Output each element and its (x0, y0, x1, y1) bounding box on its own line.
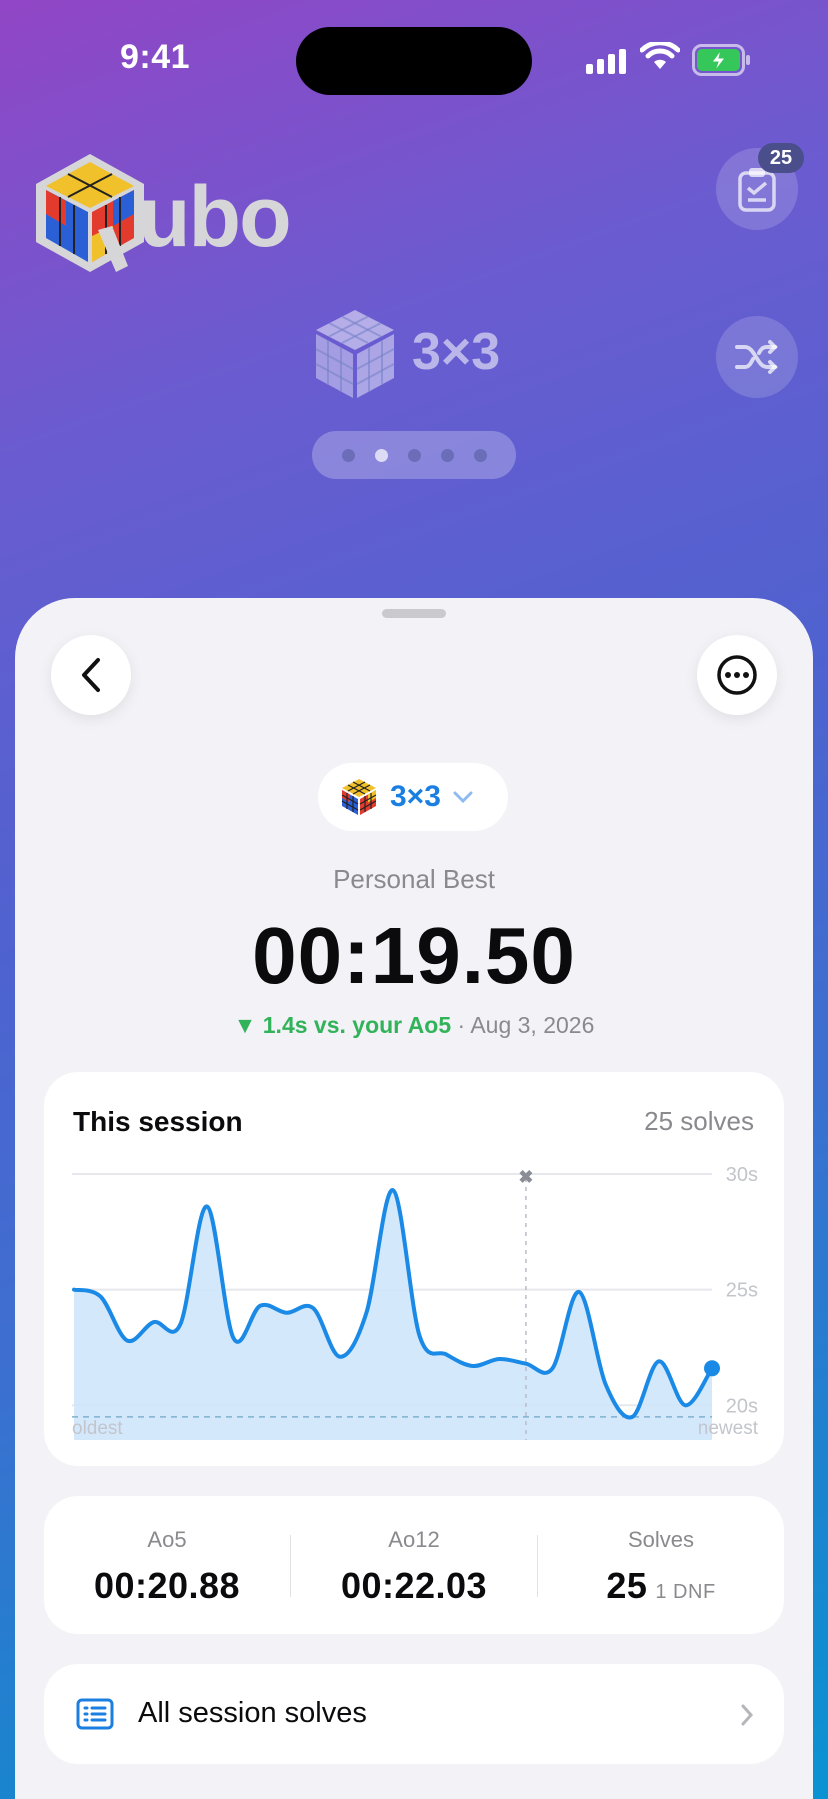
solves-count: 25 (606, 1565, 648, 1606)
cube-icon (315, 310, 395, 398)
chevron-down-icon (453, 791, 473, 803)
pb-separator: · (457, 1012, 466, 1038)
session-solve-count: 25 solves (644, 1106, 754, 1136)
page-dot[interactable] (440, 448, 454, 462)
pb-date: Aug 3, 2026 (470, 1012, 595, 1038)
puzzle-selector-label: 3×3 (390, 780, 441, 813)
y-tick-label: 20s (726, 1395, 758, 1417)
chevron-left-icon (82, 658, 100, 692)
y-tick-label: 25s (726, 1280, 758, 1302)
pb-time: 00:19.50 (252, 911, 576, 1000)
wifi-icon (640, 42, 680, 69)
stat-value: 25 1 DNF (538, 1565, 784, 1607)
latest-solve-point (704, 1360, 720, 1377)
stat-value: 00:20.88 (93, 1565, 241, 1606)
status-time: 9:41 (120, 38, 191, 76)
rubiks-cube-icon (341, 779, 377, 815)
puzzle-title: 3×3 (412, 323, 501, 381)
x-label-oldest: oldest (72, 1418, 123, 1439)
x-label-newest: newest (698, 1418, 759, 1439)
puzzle-selector[interactable]: 3×3 (318, 763, 508, 831)
page-indicator[interactable] (312, 431, 516, 479)
stat-label: Solves (627, 1527, 695, 1552)
scramble-button[interactable] (716, 316, 798, 398)
page-dot[interactable] (341, 448, 355, 462)
cellular-signal-icon (586, 48, 628, 74)
stat-ao5: Ao5 00:20.88 (44, 1527, 290, 1607)
session-title: This session (73, 1106, 243, 1137)
back-button[interactable] (51, 635, 131, 715)
dynamic-island (296, 27, 532, 95)
battery-charging-icon (692, 44, 750, 76)
stat-value: 00:22.03 (340, 1565, 488, 1606)
stat-ao12: Ao12 00:22.03 (291, 1527, 537, 1607)
stat-solves: Solves 25 1 DNF (538, 1527, 784, 1607)
chevron-right-icon (741, 1704, 754, 1726)
page-dot-active[interactable] (374, 448, 388, 462)
list-icon (76, 1698, 114, 1730)
page-dot[interactable] (473, 448, 487, 462)
solves-count-badge: 25 (758, 143, 804, 173)
sheet-grabber[interactable] (382, 609, 446, 618)
ellipsis-circle-icon (717, 655, 757, 695)
stat-label: Ao5 (147, 1527, 187, 1552)
stat-label: Ao12 (388, 1527, 440, 1552)
y-tick-label: 30s (726, 1164, 758, 1186)
pb-label: Personal Best (333, 864, 495, 894)
pb-subtitle: ▼ 1.4s vs. your Ao5 · Aug 3, 2026 (0, 1012, 828, 1039)
session-chart[interactable]: 30s 25s 20s ✖ oldest newest (72, 1164, 762, 1440)
logo-wordmark: ubo (138, 169, 292, 265)
pb-delta: ▼ 1.4s vs. your Ao5 (233, 1012, 452, 1038)
page-dot[interactable] (407, 448, 421, 462)
dnf-marker-icon: ✖ (518, 1167, 533, 1187)
shuffle-icon (735, 340, 778, 374)
all-solves-label: All session solves (138, 1697, 367, 1729)
dnf-count: 1 DNF (655, 1581, 716, 1603)
more-options-button[interactable] (697, 635, 777, 715)
